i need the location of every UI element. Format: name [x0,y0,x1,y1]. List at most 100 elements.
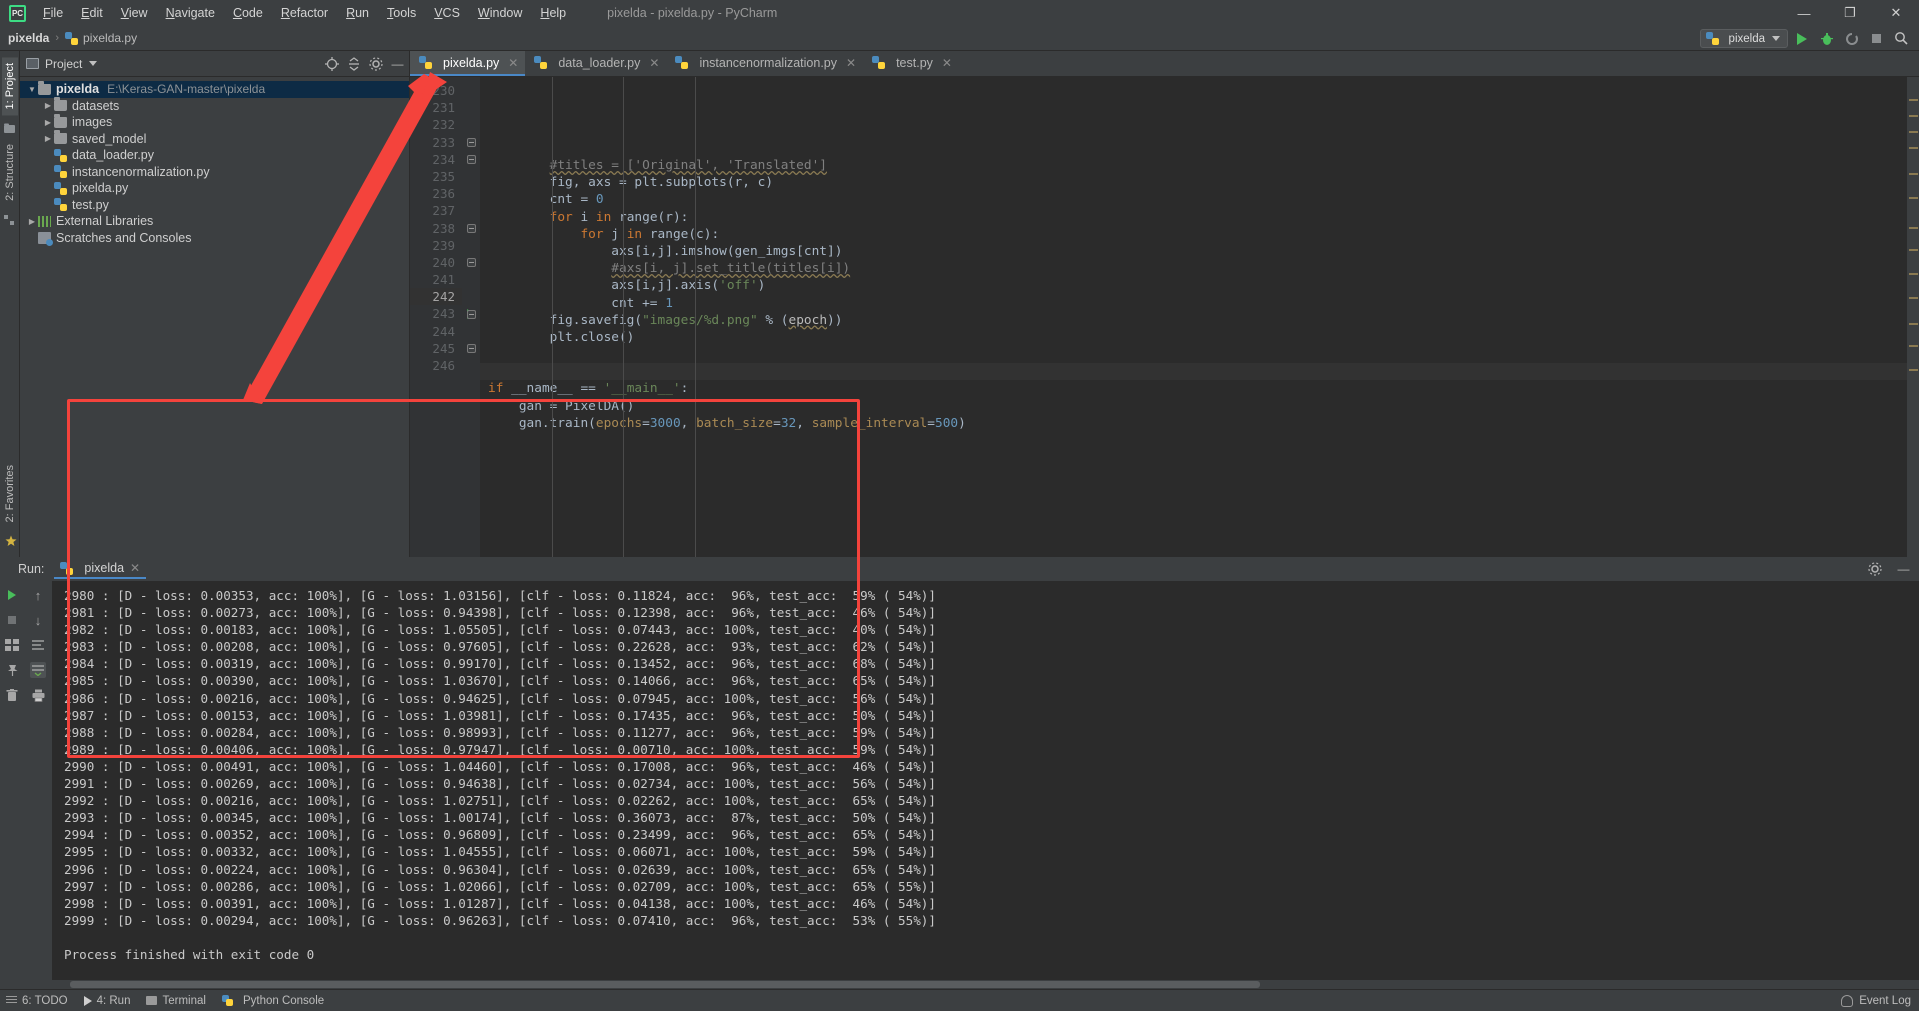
line-number: 243 [410,305,475,322]
fold-slot [462,82,480,99]
tree-item-external-libraries[interactable]: ▶ External Libraries [20,213,409,230]
scroll-up-icon[interactable]: ↑ [30,587,46,603]
status-item-run[interactable]: 4: Run [83,995,130,1007]
editor-tab-data_loader-py[interactable]: data_loader.py ✕ [525,51,666,76]
scroll-to-end-icon[interactable] [30,662,46,678]
chevron-down-icon[interactable] [89,61,98,66]
trash-icon[interactable] [4,687,20,703]
sidebar-item-structure[interactable]: 2: Structure [2,138,18,207]
hide-panel-icon[interactable]: — [390,56,405,71]
disclosure-triangle-icon[interactable]: ▶ [26,217,38,226]
sidebar-item-favorites[interactable]: 2: Favorites [2,459,18,528]
menu-item-view[interactable]: View [112,3,157,23]
tree-item-images[interactable]: ▶ images [20,113,409,131]
tree-item-test-py[interactable]: test.py [20,197,409,214]
hide-panel-icon[interactable]: — [1896,562,1911,577]
console-line: 2992 : [D - loss: 0.00216, acc: 100%], [… [64,793,936,809]
collapse-icon[interactable] [466,137,476,147]
editor-tab-instancenormalization-py[interactable]: instancenormalization.py ✕ [666,51,863,76]
status-item-python-console[interactable]: Python Console [221,995,324,1007]
close-icon[interactable]: ✕ [508,56,518,70]
run-configuration-selector[interactable]: pixelda [1699,29,1788,48]
collapse-icon[interactable] [466,343,476,353]
pin-icon[interactable] [4,662,20,678]
breadcrumb-project[interactable]: pixelda [8,31,49,45]
console-line: 2999 : [D - loss: 0.00294, acc: 100%], [… [64,912,936,928]
collapse-icon[interactable] [466,154,476,164]
close-button[interactable]: ✕ [1873,0,1919,26]
debug-icon[interactable] [1815,28,1838,49]
line-number: 232 [432,117,455,133]
folder-icon [54,130,67,145]
run-second-toolbar: ↑ ↓ [24,581,52,980]
fold-slot [462,271,480,288]
line-number: 234 [432,151,455,167]
menu-item-tools[interactable]: Tools [378,3,425,23]
status-item-terminal[interactable]: Terminal [146,995,206,1007]
close-icon[interactable]: ✕ [942,56,952,70]
python-file-icon [675,56,689,69]
menu-item-window[interactable]: Window [469,3,531,23]
tree-item-pixelda[interactable]: ▼ pixelda E:\Keras-GAN-master\pixelda [20,80,409,98]
tree-item-path: E:\Keras-GAN-master\pixelda [107,82,266,97]
menu-item-help[interactable]: Help [531,3,575,23]
coverage-icon[interactable] [1840,28,1863,49]
close-icon[interactable]: ✕ [649,56,659,70]
python-file-icon [54,165,67,179]
tree-item-data-loader-py[interactable]: data_loader.py [20,147,409,164]
breadcrumb-file-label: pixelda.py [83,31,138,45]
console-line: 2998 : [D - loss: 0.00391, acc: 100%], [… [64,895,936,911]
fold-slot [462,254,480,271]
close-icon[interactable]: ✕ [846,56,856,70]
tree-item-saved-model[interactable]: ▶ saved_model [20,130,409,148]
menu-item-edit[interactable]: Edit [72,3,112,23]
layout-icon[interactable] [4,637,20,653]
sidebar-item-project[interactable]: 1: Project [1,57,18,116]
collapse-icon[interactable] [466,257,476,267]
stop-icon[interactable] [4,612,20,628]
tree-item-label: test.py [72,197,109,212]
menu-item-refactor[interactable]: Refactor [272,3,337,23]
scrollbar-thumb[interactable] [70,981,1260,988]
rerun-icon[interactable] [4,587,20,603]
tree-item-pixelda-py[interactable]: pixelda.py [20,180,409,197]
disclosure-triangle-icon[interactable]: ▶ [42,134,54,143]
scroll-down-icon[interactable]: ↓ [30,612,46,628]
event-log-label[interactable]: Event Log [1859,995,1911,1007]
maximize-button[interactable]: ❐ [1827,0,1873,26]
breadcrumb-file[interactable]: pixelda.py [65,31,137,45]
line-number: 236 [432,186,455,202]
editor-scrollbar[interactable] [1907,77,1919,557]
tree-item-instancenormalization-py[interactable]: instancenormalization.py [20,164,409,181]
collapse-icon[interactable] [466,223,476,233]
tree-item-datasets[interactable]: ▶ datasets [20,97,409,115]
gear-icon[interactable] [1867,562,1882,577]
minimize-button[interactable]: — [1781,0,1827,26]
run-icon[interactable] [1790,28,1813,49]
search-icon[interactable] [1890,28,1913,49]
collapse-icon[interactable] [466,309,476,319]
gear-icon[interactable] [368,56,383,71]
menu-item-run[interactable]: Run [337,3,378,23]
editor-tab-pixelda-py[interactable]: pixelda.py ✕ [410,51,526,76]
menu-item-code[interactable]: Code [224,3,272,23]
menu-item-file[interactable]: File [34,3,72,23]
console-horizontal-scrollbar[interactable] [0,980,1919,989]
collapse-all-icon[interactable] [346,56,361,71]
status-item-todo[interactable]: 6: TODO [6,995,68,1007]
disclosure-triangle-icon[interactable]: ▶ [42,118,54,127]
stop-icon[interactable] [1865,28,1888,49]
tree-item-label: Scratches and Consoles [56,230,192,245]
tree-item-scratches-and-consoles[interactable]: Scratches and Consoles [20,230,409,247]
menu-item-navigate[interactable]: Navigate [157,3,224,23]
disclosure-triangle-icon[interactable]: ▼ [26,85,38,94]
status-bar: 6: TODO 4: Run Terminal Python Console E… [0,989,1919,1011]
print-icon[interactable] [30,687,46,703]
target-icon[interactable] [324,56,339,71]
soft-wrap-icon[interactable] [30,637,46,653]
tree-item-label: pixelda.py [72,181,129,196]
disclosure-triangle-icon[interactable]: ▶ [42,101,54,110]
menu-item-vcs[interactable]: VCS [425,3,469,23]
editor-tab-test-py[interactable]: test.py ✕ [863,51,959,76]
